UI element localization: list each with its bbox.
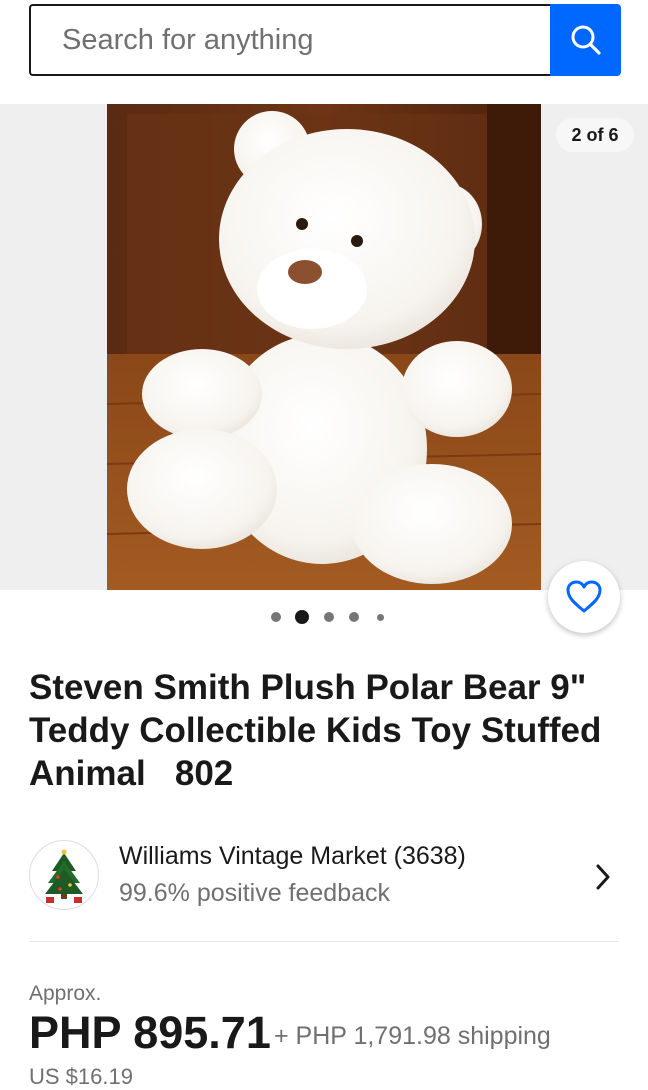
product-photo[interactable] [107,104,541,590]
christmas-tree-icon [45,849,83,903]
seller-name: Williams Vintage Market (3638) [119,842,466,870]
seller-avatar [29,840,99,910]
seller-row[interactable]: Williams Vintage Market (3638) 99.6% pos… [29,838,619,914]
gallery-dot[interactable] [324,612,334,622]
gallery-dot[interactable] [271,612,281,622]
search-input[interactable] [29,4,550,76]
image-counter: 2 of 6 [556,118,634,152]
chevron-right-icon[interactable] [595,863,611,891]
heart-icon [566,580,602,613]
price: PHP 895.71 [29,1007,271,1058]
approx-label: Approx. [29,982,102,1005]
search-bar [29,4,621,76]
gallery-dots[interactable] [270,608,390,626]
search-button[interactable] [550,4,621,76]
usd-price: US $16.19 [29,1064,133,1089]
gallery-dot[interactable] [349,612,359,622]
listing-title: Steven Smith Plush Polar Bear 9" Teddy C… [29,668,610,793]
watchlist-button[interactable] [548,561,620,633]
shipping-cost: + PHP 1,791.98 shipping [274,1022,551,1050]
seller-feedback: 99.6% positive feedback [119,879,391,907]
image-gallery[interactable]: 2 of 6 [0,104,648,590]
divider [29,941,619,942]
gallery-dot[interactable] [376,613,384,621]
search-icon [571,25,601,55]
gallery-dot-active[interactable] [295,610,309,624]
